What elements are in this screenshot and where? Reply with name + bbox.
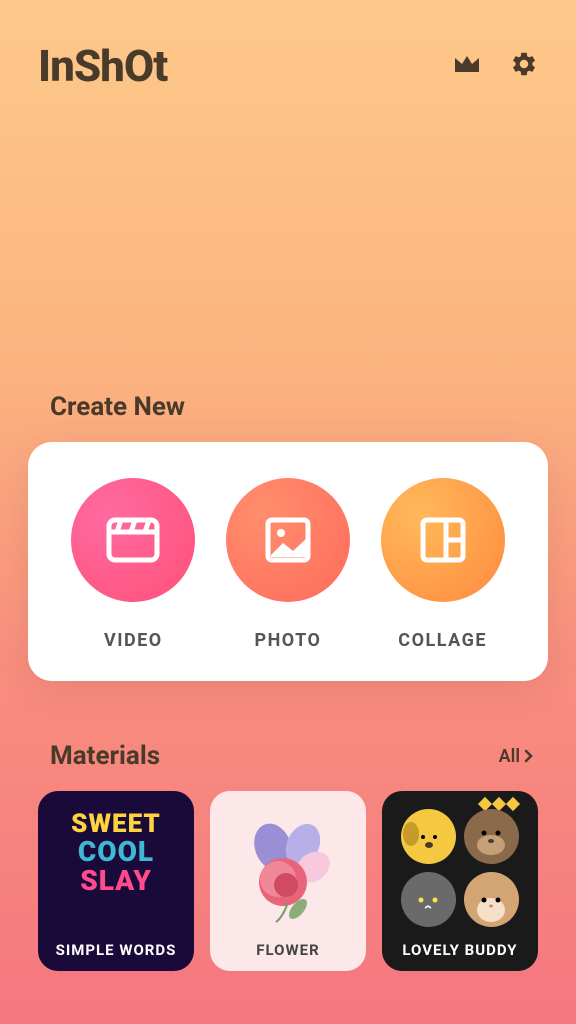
- settings-icon[interactable]: [510, 50, 538, 82]
- flower-art: [228, 807, 348, 927]
- create-photo-button[interactable]: PHOTO: [226, 478, 350, 651]
- create-new-card: VIDEO PHOTO COLLAGE: [28, 442, 548, 681]
- create-photo-label: PHOTO: [255, 630, 322, 651]
- create-new-title: Create New: [0, 392, 576, 422]
- material-label: FLOWER: [256, 941, 319, 959]
- crown-icon[interactable]: [452, 52, 482, 80]
- all-label: All: [499, 746, 520, 767]
- video-icon: [105, 516, 161, 564]
- materials-all-link[interactable]: All: [499, 746, 534, 767]
- material-label: SIMPLE WORDS: [56, 941, 177, 959]
- create-video-button[interactable]: VIDEO: [71, 478, 195, 651]
- create-collage-button[interactable]: COLLAGE: [381, 478, 505, 651]
- material-card-flower[interactable]: FLOWER: [210, 791, 366, 971]
- material-card-simple-words[interactable]: SWEET COOL SLAY SIMPLE WORDS: [38, 791, 194, 971]
- material-label: LOVELY BUDDY: [402, 941, 517, 959]
- photo-icon: [263, 515, 313, 565]
- material-card-lovely-buddy[interactable]: LOVELY BUDDY: [382, 791, 538, 971]
- app-logo: InShOt: [38, 40, 167, 92]
- create-video-label: VIDEO: [104, 630, 163, 651]
- buddy-art: [382, 801, 538, 935]
- materials-title: Materials: [50, 741, 160, 771]
- collage-icon: [418, 515, 468, 565]
- chevron-right-icon: [524, 749, 534, 763]
- words-art: SWEET COOL SLAY: [38, 809, 194, 897]
- create-collage-label: COLLAGE: [398, 630, 487, 651]
